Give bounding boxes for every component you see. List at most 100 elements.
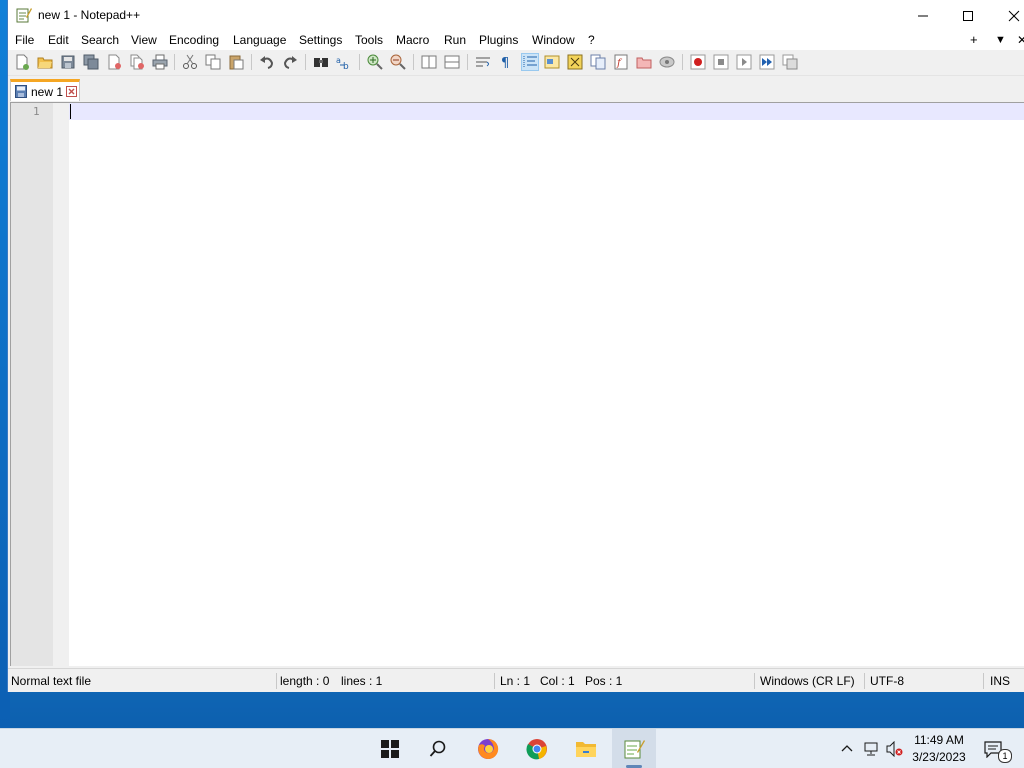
open-file-icon[interactable]	[37, 54, 53, 70]
close-icon[interactable]	[106, 54, 122, 70]
cut-icon[interactable]	[182, 54, 198, 70]
tab-label: new 1	[31, 85, 64, 99]
toolbar-separator	[174, 54, 175, 70]
tab-close-icon[interactable]	[66, 86, 77, 97]
firefox-icon	[478, 738, 499, 759]
status-column: Col : 1	[540, 674, 575, 688]
minimize-button[interactable]	[900, 0, 946, 31]
tab-list-dropdown-button[interactable]: ▼	[995, 34, 1006, 46]
word-wrap-icon[interactable]	[475, 54, 491, 70]
menu-macro[interactable]: Macro	[396, 33, 429, 47]
user-defined-language-icon[interactable]	[544, 54, 560, 70]
taskbar-notepadpp[interactable]	[612, 729, 656, 768]
taskbar: 11:49 AM 3/23/2023 1	[0, 728, 1024, 768]
menu-help[interactable]: ?	[588, 33, 595, 47]
maximize-button[interactable]	[945, 0, 991, 31]
text-editor[interactable]: 1	[10, 102, 1024, 666]
menu-view[interactable]: View	[131, 33, 157, 47]
menu-bar: File Edit Search View Encoding Language …	[8, 31, 1024, 50]
document-map-icon[interactable]	[567, 54, 583, 70]
close-window-button[interactable]	[991, 0, 1024, 31]
volume-muted-icon[interactable]	[886, 741, 904, 757]
folder-as-workspace-icon[interactable]	[636, 54, 652, 70]
toolbar-separator	[467, 54, 468, 70]
svg-text:a: a	[336, 56, 341, 65]
indent-guide-icon[interactable]	[521, 53, 539, 71]
taskbar-search-button[interactable]	[416, 729, 460, 768]
save-icon[interactable]	[60, 54, 76, 70]
macro-play-icon[interactable]	[736, 54, 752, 70]
taskbar-firefox[interactable]	[466, 729, 510, 768]
notepadpp-app-icon	[16, 8, 32, 23]
current-line-highlight	[69, 103, 1024, 120]
document-list-icon[interactable]	[590, 54, 606, 70]
menu-plugins[interactable]: Plugins	[479, 33, 518, 47]
menu-encoding[interactable]: Encoding	[169, 33, 219, 47]
function-list-icon[interactable]: f	[613, 54, 629, 70]
status-insert-mode[interactable]: INS	[990, 669, 1010, 692]
title-bar[interactable]: new 1 - Notepad++	[8, 0, 1024, 31]
status-eol-format[interactable]: Windows (CR LF)	[760, 669, 855, 692]
menu-settings[interactable]: Settings	[299, 33, 342, 47]
network-icon[interactable]	[863, 741, 879, 757]
save-all-icon[interactable]	[83, 54, 99, 70]
status-divider	[983, 673, 984, 689]
paste-icon[interactable]	[228, 54, 244, 70]
show-all-characters-icon[interactable]: ¶	[498, 54, 514, 70]
svg-text:b: b	[343, 62, 349, 70]
menu-file[interactable]: File	[15, 33, 34, 47]
status-line-number: Ln : 1	[500, 674, 531, 688]
status-divider	[494, 673, 495, 689]
search-icon	[429, 740, 446, 757]
copy-icon[interactable]	[205, 54, 221, 70]
taskbar-chrome[interactable]	[515, 729, 559, 768]
status-divider	[276, 673, 277, 689]
toolbar-separator	[251, 54, 252, 70]
close-icon	[1008, 10, 1020, 21]
macro-record-icon[interactable]	[690, 54, 706, 70]
status-divider	[864, 673, 865, 689]
taskbar-file-explorer[interactable]	[564, 729, 608, 768]
toolbar-separator	[413, 54, 414, 70]
menu-language[interactable]: Language	[233, 33, 286, 47]
menu-tools[interactable]: Tools	[355, 33, 383, 47]
monitoring-icon[interactable]	[659, 54, 675, 70]
clock-time: 11:49 AM	[914, 733, 964, 747]
taskbar-clock[interactable]: 11:49 AM 3/23/2023	[903, 732, 975, 766]
zoom-out-icon[interactable]	[390, 54, 406, 70]
menu-search[interactable]: Search	[81, 33, 119, 47]
close-document-button[interactable]: ✕	[1017, 33, 1024, 47]
macro-save-icon[interactable]	[782, 54, 798, 70]
close-all-icon[interactable]	[129, 54, 145, 70]
window-title: new 1 - Notepad++	[38, 8, 141, 22]
show-hidden-icons-chevron[interactable]	[840, 741, 854, 755]
sync-vertical-icon[interactable]	[421, 54, 437, 70]
menu-run[interactable]: Run	[444, 33, 466, 47]
file-explorer-icon	[576, 742, 596, 757]
macro-stop-icon[interactable]	[713, 54, 729, 70]
macro-run-multiple-icon[interactable]	[759, 54, 775, 70]
undo-icon[interactable]	[259, 54, 275, 70]
document-tab-bar: new 1	[8, 76, 1024, 102]
redo-icon[interactable]	[282, 54, 298, 70]
replace-icon[interactable]: ab	[336, 54, 352, 70]
sync-horizontal-icon[interactable]	[444, 54, 460, 70]
status-length: length : 0	[280, 674, 330, 688]
zoom-in-icon[interactable]	[367, 54, 383, 70]
notification-count-badge: 1	[998, 749, 1012, 763]
status-lines: lines : 1	[341, 674, 383, 688]
fold-margin[interactable]	[53, 103, 69, 666]
new-file-icon[interactable]	[14, 54, 30, 70]
maximize-icon	[963, 10, 973, 21]
status-encoding[interactable]: UTF-8	[870, 669, 904, 692]
menu-edit[interactable]: Edit	[48, 33, 69, 47]
start-button[interactable]	[368, 729, 412, 768]
menu-window[interactable]: Window	[532, 33, 575, 47]
tab-new-1[interactable]: new 1	[10, 79, 80, 101]
find-icon[interactable]	[313, 54, 329, 70]
minimize-icon	[918, 15, 928, 16]
print-icon[interactable]	[152, 54, 168, 70]
toolbar: ab ¶ f	[8, 50, 1024, 76]
status-bar: Normal text file length : 0 lines : 1 Ln…	[8, 668, 1024, 692]
new-tab-plus-button[interactable]: +	[970, 32, 978, 47]
